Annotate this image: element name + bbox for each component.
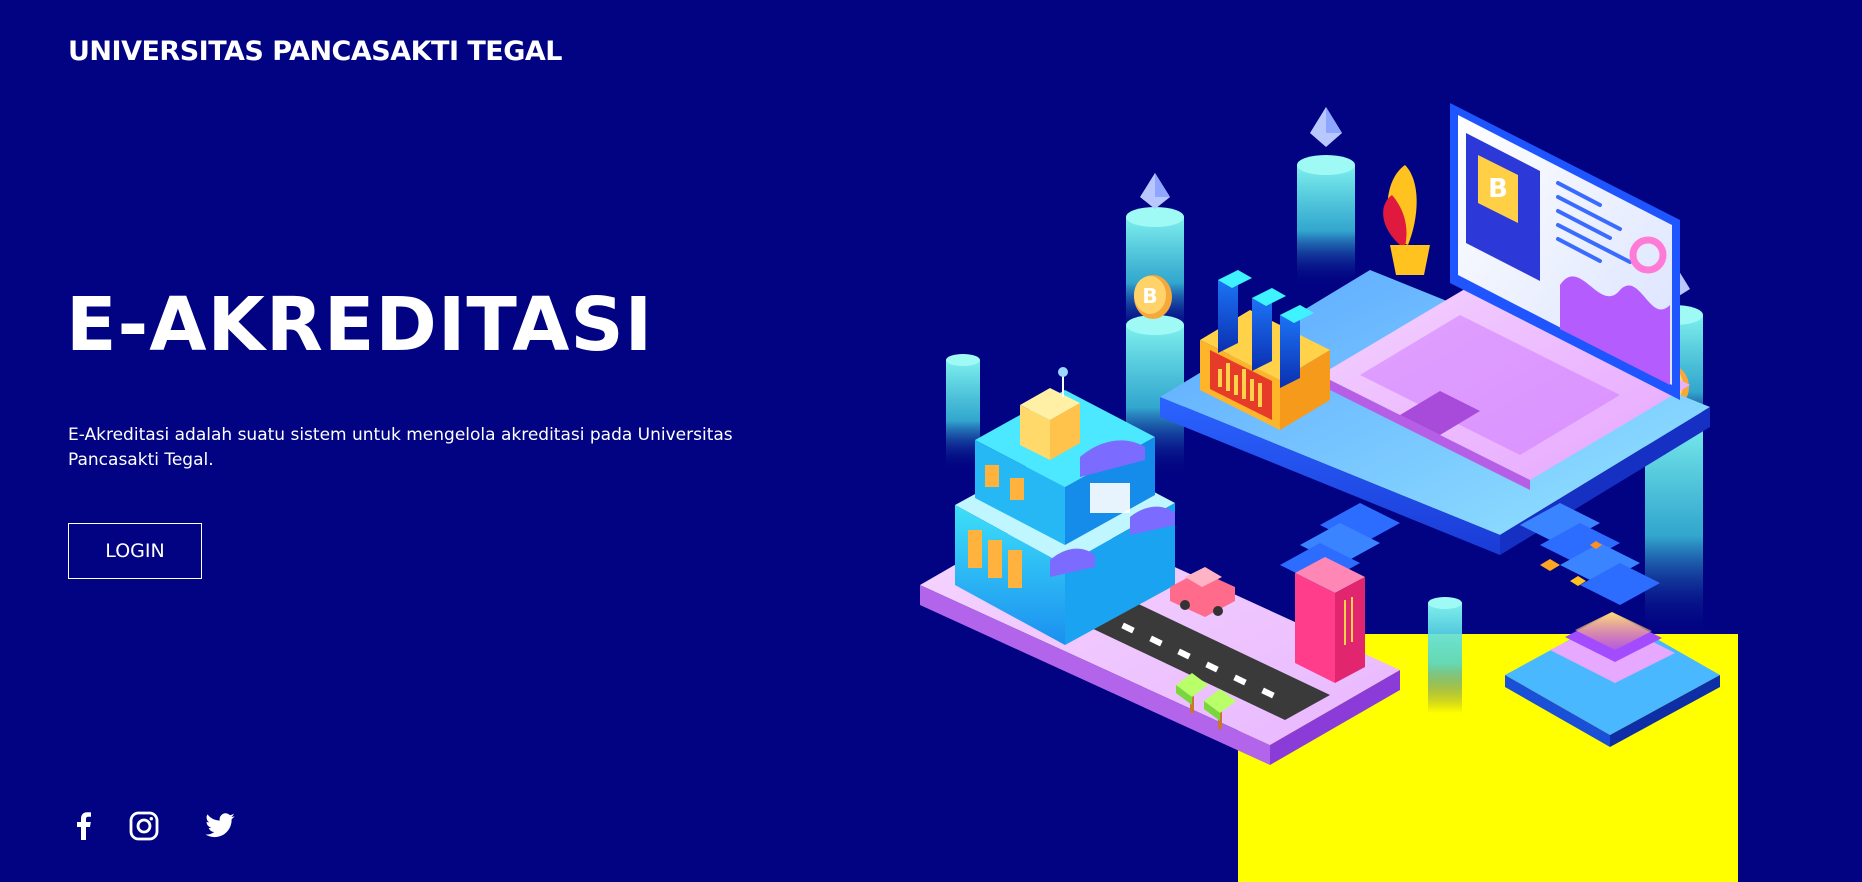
- isometric-illustration: B B B: [920, 103, 1720, 765]
- screen-coin-letter: B: [1488, 174, 1508, 204]
- login-button[interactable]: LOGIN: [68, 523, 202, 579]
- hero-description: E-Akreditasi adalah suatu sistem untuk m…: [68, 425, 733, 470]
- facebook-icon[interactable]: [68, 810, 100, 842]
- instagram-icon[interactable]: [128, 810, 160, 842]
- page-title: E-AKREDITASI: [66, 282, 654, 368]
- twitter-icon[interactable]: [204, 810, 236, 842]
- site-brand[interactable]: UNIVERSITAS PANCASAKTI TEGAL: [68, 36, 563, 67]
- coin-letter-1: B: [1142, 284, 1157, 308]
